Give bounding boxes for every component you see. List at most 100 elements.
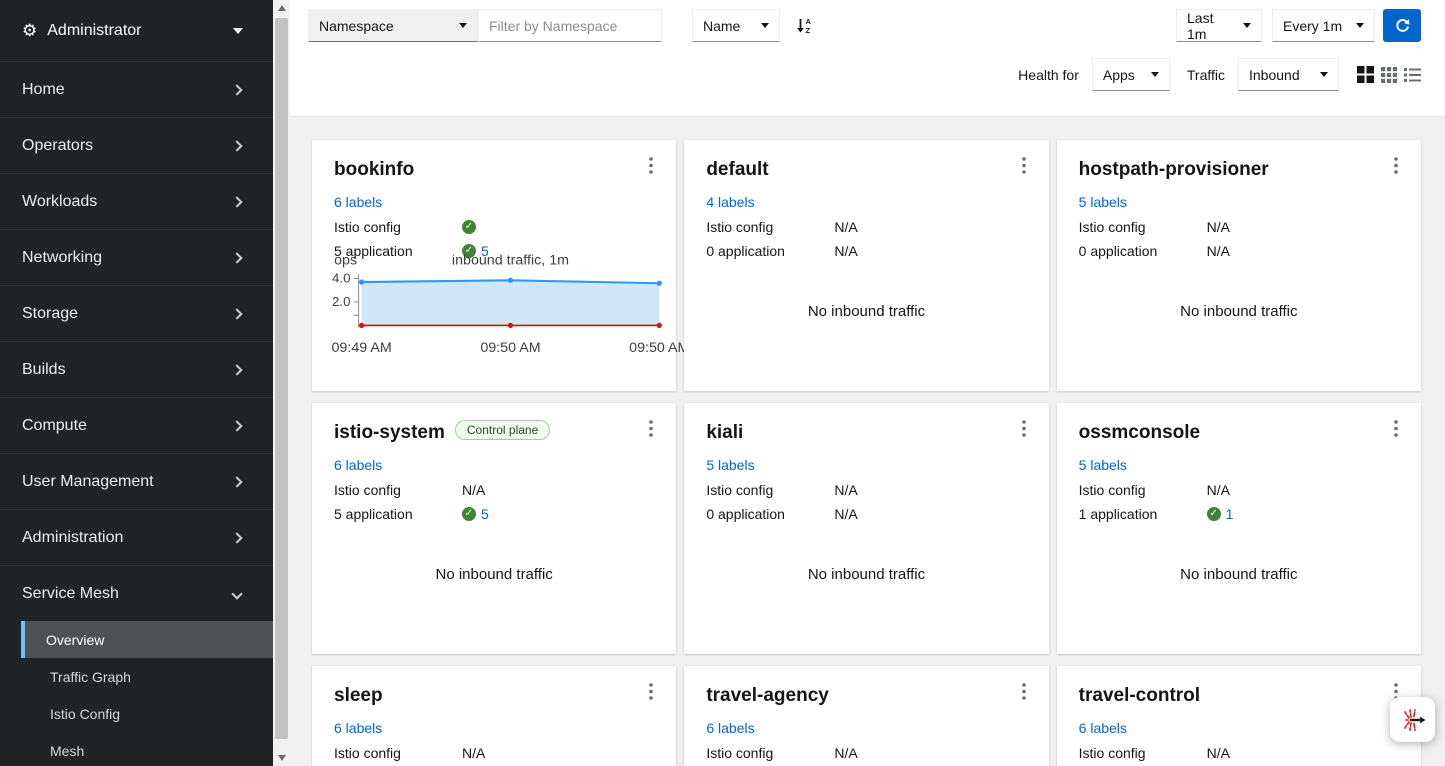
sort-by-select[interactable]: Name <box>692 9 780 42</box>
istio-config-label: Istio config <box>334 219 462 235</box>
sidebar-subitem-istio-config[interactable]: Istio Config <box>21 695 273 732</box>
namespace-title[interactable]: travel-agency <box>706 683 829 709</box>
scroll-down-arrow-icon[interactable] <box>273 750 290 766</box>
labels-link[interactable]: 5 labels <box>1079 194 1127 210</box>
sidebar-subnav: OverviewTraffic GraphIstio ConfigMesh <box>0 621 273 766</box>
na-value: N/A <box>462 482 485 498</box>
labels-link[interactable]: 6 labels <box>334 194 382 210</box>
namespace-title[interactable]: sleep <box>334 683 383 709</box>
namespace-title[interactable]: ossmconsole <box>1079 420 1200 446</box>
sidebar-item-administration[interactable]: Administration <box>0 509 273 565</box>
chevron-right-icon <box>231 84 242 95</box>
labels-link[interactable]: 6 labels <box>334 720 382 736</box>
card-kebab-button[interactable] <box>1020 681 1028 705</box>
status-value: N/A <box>834 219 857 235</box>
refresh-interval-select[interactable]: Every 1m <box>1272 9 1375 42</box>
sidebar-subitem-mesh[interactable]: Mesh <box>21 732 273 766</box>
sidebar-item-label: Workloads <box>22 193 97 211</box>
toolbar-row-filters: Namespace Name A Z <box>308 9 1421 42</box>
sidebar-item-networking[interactable]: Networking <box>0 229 273 285</box>
health-for-select[interactable]: Apps <box>1092 58 1170 91</box>
sidebar-item-compute[interactable]: Compute <box>0 397 273 453</box>
kebab-icon <box>1394 157 1398 174</box>
card-header: kiali <box>706 420 1026 446</box>
sidebar-item-label: Storage <box>22 305 78 323</box>
labels-link[interactable]: 6 labels <box>1079 720 1127 736</box>
perspective-switcher[interactable]: ⚙ Administrator <box>0 0 273 61</box>
istio-config-row: Istio configN/A <box>1079 217 1399 236</box>
duration-select[interactable]: Last 1m <box>1176 9 1262 42</box>
namespace-title[interactable]: hostpath-provisioner <box>1079 157 1269 183</box>
sidebar-item-builds[interactable]: Builds <box>0 341 273 397</box>
control-plane-badge: Control plane <box>455 420 550 440</box>
labels-link[interactable]: 5 labels <box>706 457 754 473</box>
sidebar-item-label: Compute <box>22 417 87 435</box>
status-value: N/A <box>1207 745 1230 761</box>
card-kebab-button[interactable] <box>1020 155 1028 179</box>
namespace-filter-input[interactable] <box>478 9 662 42</box>
list-view-button[interactable] <box>1404 67 1421 83</box>
sidebar-subitem-overview[interactable]: Overview <box>21 621 273 658</box>
caret-down-icon <box>1320 72 1328 77</box>
check-circle-icon[interactable]: ✓ <box>1207 507 1221 521</box>
no-traffic-text: No inbound traffic <box>1057 566 1421 583</box>
sidebar-item-storage[interactable]: Storage <box>0 285 273 341</box>
card-kebab-button[interactable] <box>647 418 655 442</box>
sidebar-subitem-traffic-graph[interactable]: Traffic Graph <box>21 658 273 695</box>
scrollbar-thumb[interactable] <box>275 18 288 739</box>
sidebar-item-workloads[interactable]: Workloads <box>0 173 273 229</box>
sidebar-item-label: Builds <box>22 361 66 379</box>
labels-link[interactable]: 4 labels <box>706 194 754 210</box>
card-kebab-button[interactable] <box>647 681 655 705</box>
health-count-link[interactable]: 1 <box>1226 506 1234 522</box>
namespace-title[interactable]: default <box>706 157 768 183</box>
sidebar-item-label: Service Mesh <box>22 585 119 603</box>
refresh-button[interactable] <box>1383 9 1421 42</box>
namespace-title[interactable]: kiali <box>706 420 743 446</box>
check-circle-icon[interactable]: ✓ <box>462 220 476 234</box>
status-value: N/A <box>834 243 857 259</box>
health-count-link[interactable]: 5 <box>481 506 489 522</box>
applications-row: 0 applicationN/A <box>706 241 1026 260</box>
na-value: N/A <box>462 745 485 761</box>
filter-type-select[interactable]: Namespace <box>308 9 478 42</box>
traffic-direction-select[interactable]: Inbound <box>1238 58 1339 91</box>
sidebar-scrollbar[interactable] <box>273 0 290 766</box>
card-kebab-button[interactable] <box>1392 418 1400 442</box>
card-header: travel-agency <box>706 683 1026 709</box>
sidebar-item-home[interactable]: Home <box>0 61 273 117</box>
sidebar-item-user-management[interactable]: User Management <box>0 453 273 509</box>
sidebar-item-label: Administration <box>22 529 123 547</box>
sidebar-item-operators[interactable]: Operators <box>0 117 273 173</box>
no-traffic-text: No inbound traffic <box>1057 303 1421 320</box>
kebab-icon <box>649 157 653 174</box>
namespace-card-travel-control: travel-control6 labelsIstio configN/A1 a… <box>1057 666 1421 766</box>
compact-view-button[interactable] <box>1381 67 1397 83</box>
na-value: N/A <box>834 745 857 761</box>
status-value: ✓1 <box>1207 506 1234 522</box>
namespace-card-istio-system: istio-systemControl plane6 labelsIstio c… <box>312 403 676 654</box>
check-circle-icon[interactable]: ✓ <box>462 507 476 521</box>
status-value: N/A <box>462 482 485 498</box>
sort-order-button[interactable]: A Z <box>796 17 813 34</box>
card-kebab-button[interactable] <box>647 155 655 179</box>
namespace-title[interactable]: istio-system <box>334 420 445 446</box>
card-kebab-button[interactable] <box>1392 155 1400 179</box>
namespace-title[interactable]: bookinfo <box>334 157 414 183</box>
applications-row: 0 applicationN/A <box>1079 241 1399 260</box>
svg-text:inbound traffic, 1m: inbound traffic, 1m <box>452 252 569 268</box>
status-value: N/A <box>1207 243 1230 259</box>
namespace-title[interactable]: travel-control <box>1079 683 1200 709</box>
caret-down-icon <box>459 23 467 28</box>
health-for-label: Health for <box>1018 67 1079 83</box>
labels-link[interactable]: 6 labels <box>706 720 754 736</box>
sidebar-item-service-mesh[interactable]: Service Mesh <box>0 565 273 621</box>
na-value: N/A <box>834 506 857 522</box>
launcher-button[interactable] <box>1390 697 1435 742</box>
status-value: N/A <box>834 745 857 761</box>
expanded-view-button[interactable] <box>1357 66 1374 83</box>
labels-link[interactable]: 5 labels <box>1079 457 1127 473</box>
labels-link[interactable]: 6 labels <box>334 457 382 473</box>
card-kebab-button[interactable] <box>1020 418 1028 442</box>
scroll-up-arrow-icon[interactable] <box>273 0 290 16</box>
